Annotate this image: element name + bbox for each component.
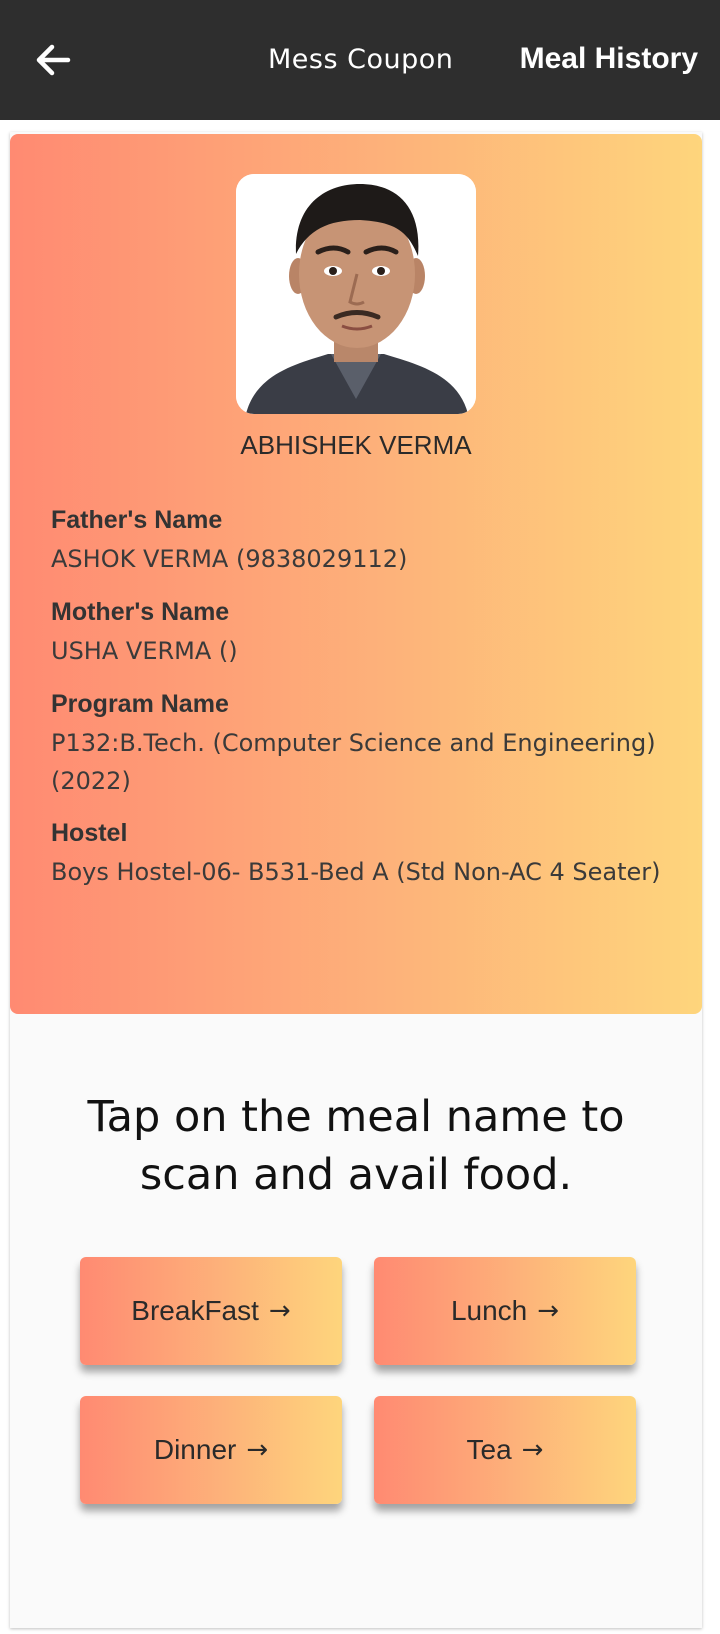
dinner-button[interactable]: Dinner → [80, 1396, 342, 1504]
field-label: Hostel [51, 819, 128, 847]
arrow-right-icon: → [246, 1435, 269, 1465]
field-label: Mother's Name [51, 598, 230, 626]
meal-label: Lunch [450, 1295, 528, 1326]
meal-label: BreakFast [131, 1295, 259, 1326]
tea-button[interactable]: Tea → [374, 1396, 636, 1504]
field-value: Boys Hostel-06- B531-Bed A (Std Non-AC 4… [51, 858, 661, 886]
mess-coupon-screen: Mess Coupon Meal History ABHISHEK VERMA … [0, 0, 720, 1634]
field-label: Father's Name [51, 506, 223, 534]
lunch-button[interactable]: Lunch → [374, 1257, 636, 1365]
content-panel: ABHISHEK VERMA Father's Name ASHOK VERMA… [10, 132, 702, 1628]
field-fathers-name: Father's Name ASHOK VERMA (9838029112) [51, 504, 671, 578]
arrow-right-icon: → [521, 1435, 544, 1465]
meal-label: Dinner [153, 1434, 237, 1465]
arrow-left-icon [36, 44, 71, 76]
student-photo [236, 174, 476, 414]
instruction-text: Tap on the meal name to scan and avail f… [87, 1092, 625, 1200]
avatar [236, 174, 476, 414]
field-mothers-name: Mother's Name USHA VERMA () [51, 596, 671, 670]
profile-card: ABHISHEK VERMA Father's Name ASHOK VERMA… [10, 134, 702, 1014]
appbar-title: Mess Coupon [268, 44, 454, 75]
field-value: ASHOK VERMA (9838029112) [51, 545, 408, 573]
meal-label: Tea [466, 1434, 512, 1465]
breakfast-button[interactable]: BreakFast → [80, 1257, 342, 1365]
back-button[interactable] [28, 36, 76, 84]
app-bar: Mess Coupon Meal History [0, 0, 720, 120]
field-value: P132:B.Tech. (Computer Science and Engin… [51, 729, 656, 795]
field-hostel: Hostel Boys Hostel-06- B531-Bed A (Std N… [51, 817, 671, 891]
field-label: Program Name [51, 690, 229, 718]
meal-history-button[interactable]: Meal History [520, 42, 698, 76]
field-program-name: Program Name P132:B.Tech. (Computer Scie… [51, 688, 671, 800]
student-name: ABHISHEK VERMA [240, 430, 472, 460]
arrow-right-icon: → [537, 1296, 560, 1326]
field-value: USHA VERMA () [51, 637, 238, 665]
arrow-right-icon: → [268, 1296, 291, 1326]
